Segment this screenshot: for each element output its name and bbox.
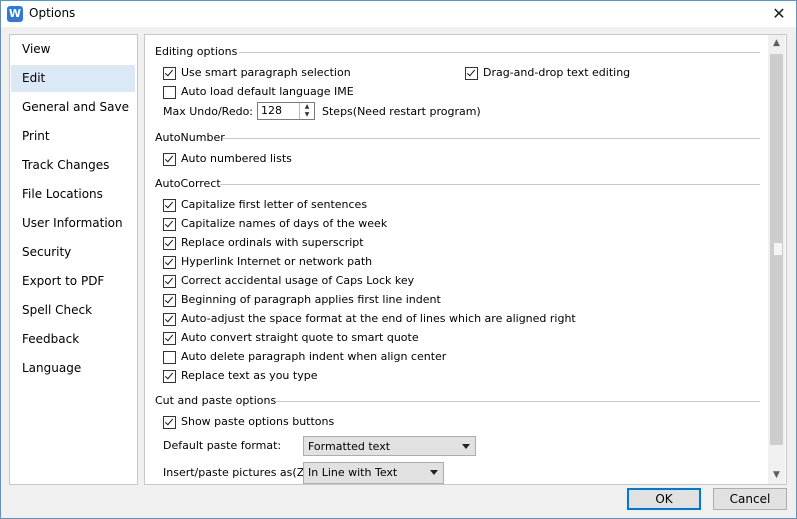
section-divider [220,184,760,185]
checkbox-label: Beginning of paragraph applies first lin… [181,293,441,306]
default-paste-format-select[interactable]: Formatted text [303,436,476,456]
checkbox-label: Auto delete paragraph indent when align … [181,350,447,363]
sidebar-item-track-changes[interactable]: Track Changes [11,152,135,179]
category-sidebar: View Edit General and Save Print Track C… [9,34,138,485]
checkbox-box[interactable] [163,153,176,166]
undo-suffix: Steps(Need restart program) [322,105,481,118]
sidebar-item-file-locations[interactable]: File Locations [11,181,135,208]
sidebar-item-edit[interactable]: Edit [11,65,135,92]
checkbox-label: Auto numbered lists [181,152,292,165]
title-bar: W Options ✕ [1,1,796,27]
checkbox-label: Hyperlink Internet or network path [181,255,373,268]
sidebar-item-user-information[interactable]: User Information [11,210,135,237]
checkbox-label: Correct accidental usage of Caps Lock ke… [181,274,415,287]
undo-stepper[interactable]: 128 ▲ ▼ [257,102,315,120]
window-title: Options [29,6,76,20]
scroll-thumb[interactable] [770,54,783,445]
checkbox-box[interactable] [163,351,176,364]
checkbox-box[interactable] [465,67,478,80]
default-paste-format-label: Default paste format: [163,439,282,452]
vertical-scrollbar[interactable]: ▲ ▼ [768,35,785,484]
sidebar-item-language[interactable]: Language [11,355,135,382]
section-title-cut-paste: Cut and paste options [155,394,277,407]
checkbox-label: Auto convert straight quote to smart quo… [181,331,419,344]
sidebar-item-general-and-save[interactable]: General and Save [11,94,135,121]
checkbox-label: Show paste options buttons [181,415,335,428]
checkbox-box[interactable] [163,332,176,345]
stepper-arrows[interactable]: ▲ ▼ [299,103,314,119]
chevron-down-icon [462,444,470,449]
checkbox-label: Use smart paragraph selection [181,66,351,79]
close-icon[interactable]: ✕ [768,4,790,24]
sidebar-item-export-to-pdf[interactable]: Export to PDF [11,268,135,295]
checkbox-label: Capitalize first letter of sentences [181,198,368,211]
checkbox-label: Replace text as you type [181,369,318,382]
checkbox-label: Drag-and-drop text editing [483,66,631,79]
section-divider [239,52,760,53]
edit-options-panel: Editing options Use smart paragraph sele… [144,34,787,485]
sidebar-item-spell-check[interactable]: Spell Check [11,297,135,324]
select-value: In Line with Text [308,466,398,479]
checkbox-box[interactable] [163,313,176,326]
wps-app-icon: W [7,6,23,22]
scroll-down-icon[interactable]: ▼ [768,467,785,484]
checkbox-label: Auto load default language IME [181,85,354,98]
paste-pictures-select[interactable]: In Line with Text [303,462,444,484]
cancel-button[interactable]: Cancel [713,488,787,510]
chevron-down-icon [430,470,438,475]
checkbox-box[interactable] [163,199,176,212]
scroll-grip [774,243,782,255]
checkbox-box[interactable] [163,294,176,307]
sidebar-item-security[interactable]: Security [11,239,135,266]
checkbox-label: Auto-adjust the space format at the end … [181,312,576,325]
checkbox-box[interactable] [163,275,176,288]
checkbox-box[interactable] [163,237,176,250]
sidebar-item-feedback[interactable]: Feedback [11,326,135,353]
section-divider [275,401,760,402]
section-title-editing: Editing options [155,45,238,58]
select-value: Formatted text [308,440,391,453]
undo-value[interactable]: 128 [261,104,282,117]
section-divider [223,138,760,139]
checkbox-label: Capitalize names of days of the week [181,217,388,230]
checkbox-box[interactable] [163,218,176,231]
ok-button[interactable]: OK [627,488,701,510]
checkbox-box[interactable] [163,67,176,80]
checkbox-box[interactable] [163,416,176,429]
stepper-up-icon[interactable]: ▲ [300,103,314,111]
sidebar-item-view[interactable]: View [11,36,135,63]
scroll-up-icon[interactable]: ▲ [768,35,785,52]
options-window: W Options ✕ View Edit General and Save P… [0,0,797,519]
checkbox-box[interactable] [163,86,176,99]
checkbox-box[interactable] [163,370,176,383]
stepper-down-icon[interactable]: ▼ [300,111,314,119]
checkbox-label: Replace ordinals with superscript [181,236,364,249]
checkbox-box[interactable] [163,256,176,269]
section-title-autonumber: AutoNumber [155,131,225,144]
undo-label: Max Undo/Redo: [163,105,254,118]
sidebar-item-print[interactable]: Print [11,123,135,150]
paste-pictures-label: Insert/paste pictures as(Z): [163,466,313,479]
section-title-autocorrect: AutoCorrect [155,177,221,190]
